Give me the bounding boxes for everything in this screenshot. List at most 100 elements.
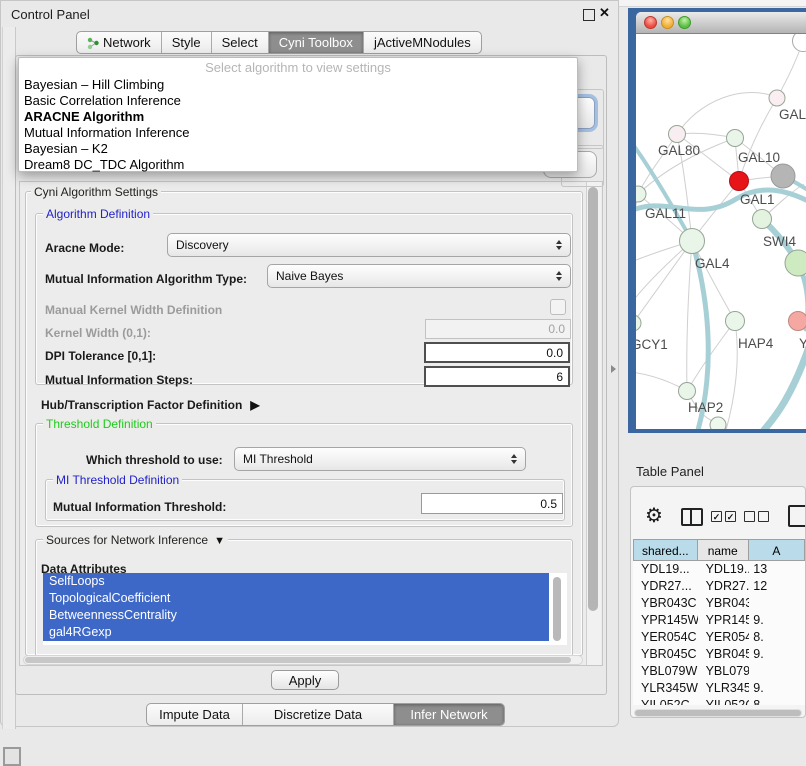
list-item[interactable]: gal4RGexp [43,624,549,641]
node-selected-red[interactable] [730,172,749,191]
node-gal-top[interactable] [769,90,785,106]
table-row[interactable]: YLR345WYLR345W9. [633,680,805,697]
page-icon[interactable] [788,505,806,527]
bottom-tabbar: Impute Data Discretize Data Infer Networ… [146,703,505,726]
table-panel-title: Table Panel [636,464,704,479]
mi-steps-field[interactable] [424,366,570,387]
tab-infer-network[interactable]: Infer Network [394,704,504,725]
split-columns-icon[interactable] [681,508,703,526]
kernel-width-field[interactable] [425,319,571,339]
table-row[interactable]: YDR27...YDR27...12 [633,578,805,595]
column-header-name[interactable]: name [698,539,749,561]
splitter-grip-icon[interactable] [611,365,616,373]
mi-type-combobox[interactable]: Naive Bayes [267,264,571,288]
table-panel: ⚙ ✓ ✓ shared... name A YDL19...YDL19...1… [630,486,806,718]
algorithm-definition-title: Algorithm Definition [43,207,153,221]
minimize-traffic-light-icon[interactable] [661,16,674,29]
collapse-arrow-icon: ▶ [250,398,259,412]
list-item[interactable]: BetweennessCentrality [43,607,549,624]
node-label: GAL10 [738,150,780,165]
algorithm-dropdown-popup: Select algorithm to view settings Bayesi… [18,57,578,172]
checked-checkbox-icon[interactable]: ✓ [711,511,722,522]
panel-grip-icon[interactable] [3,747,21,766]
combo-stepper-icon [556,240,562,250]
table-row[interactable]: YDL19...YDL19...13 [633,561,805,578]
tab-select[interactable]: Select [212,32,269,53]
node-unlabeled[interactable] [793,34,806,52]
node-gal80[interactable] [669,126,686,143]
data-attributes-list: SelfLoops TopologicalCoefficient Between… [43,573,567,645]
node-label: HAP4 [738,336,774,351]
table-row[interactable]: YBL079WYBL079W [633,663,805,680]
tab-discretize-data[interactable]: Discretize Data [243,704,394,725]
node-label: GAL4 [695,256,730,271]
table-row[interactable]: YPR145WYPR145W9. [633,612,805,629]
horizontal-scrollbar-thumb[interactable] [25,657,571,663]
network-window-titlebar[interactable] [636,12,806,34]
hub-section-toggle[interactable]: Hub/Transcription Factor Definition▶ [41,398,260,412]
highlighted-edges [636,146,806,429]
unchecked-checkbox-icon[interactable] [758,511,769,522]
sources-group-title[interactable]: Sources for Network Inference▼ [43,533,228,547]
node-table: shared... name A YDL19...YDL19...13 YDR2… [633,539,805,705]
node-hap2[interactable] [679,383,696,400]
node-hap4[interactable] [726,312,745,331]
gear-icon[interactable]: ⚙ [645,503,663,528]
combo-stepper-icon [556,271,562,281]
manual-kernel-checkbox[interactable] [550,299,566,315]
table-row[interactable]: YBR043CYBR043C [633,595,805,612]
which-threshold-combobox[interactable]: MI Threshold [234,447,526,471]
node-label: GAL11 [645,206,686,221]
node-label: GCY1 [636,337,668,352]
checked-checkbox-icon[interactable]: ✓ [725,511,736,522]
node-gal1[interactable] [753,210,772,229]
dropdown-option[interactable]: Basic Correlation Inference [19,93,577,109]
settings-scrollbar-thumb[interactable] [588,187,598,611]
node-bottom[interactable] [710,417,726,429]
threshold-definition-title: Threshold Definition [43,417,156,431]
table-row[interactable]: YBR045CYBR045C9. [633,646,805,663]
dpi-tolerance-field[interactable] [424,342,570,363]
network-canvas[interactable]: GAL8 GAL80 GAL10 GAL1 SWI4 GAL11 GAL4 GC… [636,34,806,429]
control-panel-tabbar: Network Style Select Cyni Toolbox jActiv… [76,31,482,54]
node-gray[interactable] [771,164,795,188]
tab-impute-data[interactable]: Impute Data [147,704,243,725]
node-gal10[interactable] [727,130,744,147]
mi-threshold-field[interactable] [421,493,563,514]
node-swi4[interactable] [785,250,806,276]
expand-arrow-icon: ▼ [214,535,225,547]
dropdown-option-selected[interactable]: ARACNE Algorithm [19,109,577,125]
list-item[interactable]: SelfLoops [43,573,549,590]
mi-threshold-label: Mutual Information Threshold: [53,500,226,514]
close-icon[interactable]: ✕ [599,5,610,21]
column-header-shared-name[interactable]: shared... [633,539,698,561]
list-scrollbar-thumb[interactable] [553,577,561,641]
float-window-icon[interactable] [583,9,595,21]
side-strip [2,27,16,729]
table-row[interactable]: YIL052CYIL052C8 [633,697,805,705]
tab-style[interactable]: Style [162,32,212,53]
node-gcy1[interactable] [636,315,641,331]
tab-network[interactable]: Network [77,32,162,53]
dropdown-option[interactable]: Mutual Information Inference [19,125,577,141]
node-label: HAP2 [688,400,723,415]
table-hscrollbar-thumb[interactable] [635,710,801,716]
tab-label: Network [103,35,151,50]
aracne-mode-combobox[interactable]: Discovery [167,233,571,257]
dropdown-option[interactable]: Dream8 DC_TDC Algorithm [19,157,577,173]
mi-threshold-group-title: MI Threshold Definition [53,473,182,487]
node-gal4[interactable] [680,229,705,254]
dropdown-option[interactable]: Bayesian – Hill Climbing [19,77,577,93]
dropdown-option[interactable]: Bayesian – K2 [19,141,577,157]
node-y[interactable] [789,312,806,331]
unchecked-checkbox-icon[interactable] [744,511,755,522]
column-header-partial[interactable]: A [749,539,805,561]
table-row[interactable]: YER054CYER054C8. [633,629,805,646]
close-traffic-light-icon[interactable] [644,16,657,29]
tab-jactivemnodules[interactable]: jActiveMNodules [364,32,481,53]
zoom-traffic-light-icon[interactable] [678,16,691,29]
tab-cyni-toolbox[interactable]: Cyni Toolbox [269,32,364,53]
list-item[interactable]: TopologicalCoefficient [43,590,549,607]
node-label: GAL1 [740,192,775,207]
apply-button[interactable]: Apply [271,670,339,690]
